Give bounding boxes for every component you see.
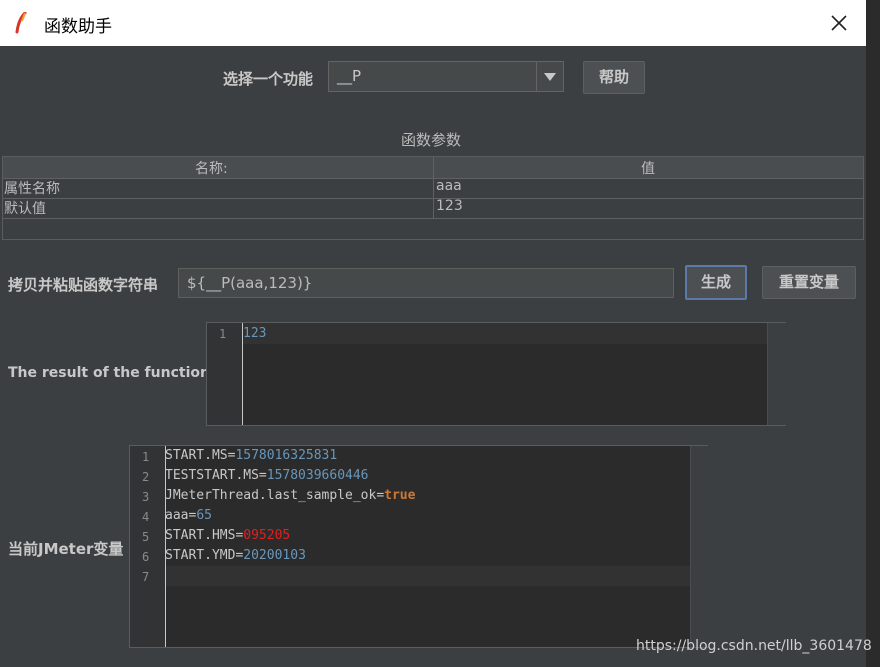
line-number: 1 — [219, 327, 227, 341]
watermark: https://blog.csdn.net/llb_3601478 — [636, 638, 872, 654]
variable-value: 20200103 — [243, 548, 306, 563]
line-number: 1 — [142, 450, 150, 464]
variable-value: 1578039660446 — [266, 468, 369, 483]
function-select-label: 选择一个功能 — [223, 70, 314, 88]
column-header-value: 值 — [641, 161, 655, 177]
params-section-title: 函数参数 — [401, 131, 462, 149]
table-row[interactable]: 属性名称 aaa — [3, 178, 863, 199]
reset-variables-button[interactable]: 重置变量 — [762, 266, 856, 299]
code-line: JMeterThread.last_sample_ok=true — [165, 488, 415, 503]
chevron-down-icon — [544, 73, 556, 81]
line-number: 2 — [142, 470, 150, 484]
variable-key: aaa= — [165, 508, 197, 523]
param-name-cell[interactable]: 属性名称 — [4, 178, 60, 198]
variable-key: START.YMD= — [165, 548, 244, 563]
feather-icon — [15, 12, 27, 34]
params-table: 名称: 值 属性名称 aaa 默认值 123 — [2, 156, 864, 240]
vertical-scrollbar[interactable] — [767, 323, 786, 425]
param-value-cell[interactable]: aaa — [436, 178, 462, 194]
function-select-value: __P — [337, 67, 362, 85]
variable-value: true — [384, 488, 416, 503]
code-line: START.HMS=095205 — [165, 528, 290, 543]
result-label: The result of the function is — [8, 365, 228, 381]
column-header-name: 名称: — [195, 161, 228, 177]
window-edge — [866, 0, 880, 667]
variable-key: START.HMS= — [165, 528, 244, 543]
window-title: 函数助手 — [44, 17, 112, 37]
line-gutter: 1 2 3 4 5 6 7 — [130, 446, 166, 647]
line-gutter: 1 — [207, 323, 243, 425]
variable-key: JMeterThread.last_sample_ok= — [165, 488, 385, 503]
close-icon[interactable] — [828, 12, 850, 34]
generate-button[interactable]: 生成 — [685, 265, 747, 300]
result-line-text: 123 — [243, 326, 267, 341]
line-number: 4 — [142, 510, 150, 524]
variable-value: 1578016325831 — [235, 448, 338, 463]
table-row[interactable]: 默认值 123 — [3, 198, 863, 219]
line-number: 7 — [142, 570, 150, 584]
code-line: aaa=65 — [165, 508, 212, 523]
function-select[interactable]: __P — [328, 61, 564, 92]
title-bar: 函数助手 — [0, 0, 867, 46]
variable-value: 095205 — [243, 528, 291, 543]
variables-editor[interactable]: 1 2 3 4 5 6 7 START.MS=1578016325831 TES… — [129, 445, 708, 648]
copy-string-label: 拷贝并粘贴函数字符串 — [8, 276, 159, 294]
dropdown-arrow[interactable] — [536, 62, 563, 91]
variables-label: 当前JMeter变量 — [8, 540, 124, 558]
variable-key: START.MS= — [165, 448, 236, 463]
code-line: START.YMD=20200103 — [165, 548, 306, 563]
function-string-value: ${__P(aaa,123)} — [187, 274, 313, 292]
code-line: TESTSTART.MS=1578039660446 — [165, 468, 369, 483]
code-line: START.MS=1578016325831 — [165, 448, 337, 463]
line-number: 6 — [142, 550, 150, 564]
current-line-highlight — [166, 566, 690, 586]
line-number: 5 — [142, 530, 150, 544]
variable-key: TESTSTART.MS= — [165, 468, 267, 483]
result-editor[interactable]: 1 123 — [206, 322, 786, 426]
line-number: 3 — [142, 490, 150, 504]
variable-value: 65 — [196, 508, 212, 523]
vertical-scrollbar[interactable] — [690, 446, 708, 647]
help-button[interactable]: 帮助 — [583, 61, 645, 94]
param-value-cell[interactable]: 123 — [436, 198, 463, 214]
param-name-cell[interactable]: 默认值 — [4, 198, 46, 218]
current-line-highlight — [243, 323, 767, 344]
function-string-input[interactable]: ${__P(aaa,123)} — [178, 268, 674, 298]
